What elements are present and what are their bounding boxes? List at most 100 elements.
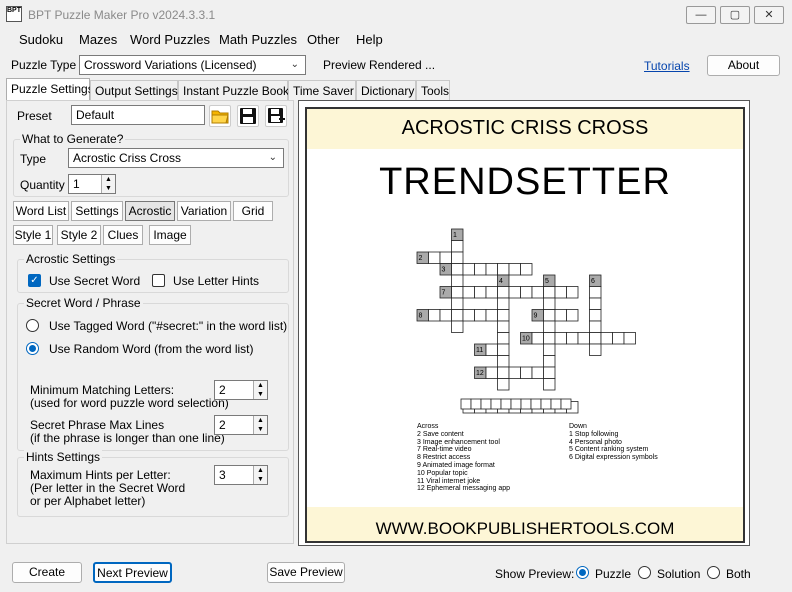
what-to-generate-title: What to Generate?: [20, 132, 126, 146]
clue-number: 10: [522, 336, 530, 343]
minimize-button[interactable]: —: [686, 6, 716, 24]
subtab-settings[interactable]: Settings: [71, 201, 123, 221]
preset-input[interactable]: Default: [71, 105, 205, 125]
max-hints-stepper[interactable]: 3 ▲ ▼: [214, 465, 268, 485]
save-preview-button[interactable]: Save Preview: [267, 562, 345, 583]
across-title: Across: [417, 423, 439, 430]
min-match-stepper[interactable]: 2 ▲ ▼: [214, 380, 268, 400]
tab-time-saver[interactable]: Time Saver: [288, 80, 356, 100]
spin-arrows-icon[interactable]: ▲ ▼: [101, 175, 115, 193]
use-letter-hints-checkbox[interactable]: [152, 274, 165, 287]
preview-pane: ACROSTIC CRISS CROSS TRENDSETTER 1234756…: [298, 100, 750, 546]
menu-other[interactable]: Other: [307, 32, 340, 47]
title-bar: BPT BPT Puzzle Maker Pro v2024.3.3.1 — ▢…: [0, 0, 792, 30]
grid-cell: [474, 263, 487, 276]
show-both-radio[interactable]: [707, 566, 720, 579]
down-clue: 4 Personal photo: [569, 438, 622, 446]
use-tagged-radio[interactable]: [26, 319, 39, 332]
open-folder-icon[interactable]: [209, 105, 231, 127]
subtab-word-list[interactable]: Word List: [13, 201, 69, 221]
puzzle-type-select[interactable]: Crossword Variations (Licensed) ⌄: [79, 55, 306, 75]
clue-number: 11: [476, 347, 483, 354]
min-match-label: Minimum Matching Letters:: [30, 383, 175, 397]
grid-cell: [543, 378, 556, 391]
grid-cell: [589, 309, 602, 322]
across-clue: 12 Ephemeral messaging app: [417, 485, 511, 493]
max-lines-label: Secret Phrase Max Lines: [30, 418, 165, 432]
window-title: BPT Puzzle Maker Pro v2024.3.3.1: [28, 8, 216, 22]
grid-cell: [589, 332, 602, 345]
subtab-clues[interactable]: Clues: [103, 225, 143, 245]
subtab-variation[interactable]: Variation: [177, 201, 231, 221]
type-select[interactable]: Acrostic Criss Cross ⌄: [68, 148, 284, 168]
max-lines-note: (if the phrase is longer than one line): [30, 431, 225, 445]
show-puzzle-radio[interactable]: [576, 566, 589, 579]
grid-cell: [508, 286, 521, 299]
across-clue: 3 Image enhancement tool: [417, 438, 500, 446]
maximize-button[interactable]: ▢: [720, 6, 750, 24]
save-icon[interactable]: [237, 105, 259, 127]
grid-cell: [543, 309, 556, 322]
clue-number: 8: [419, 313, 423, 320]
grid-cell: [543, 297, 556, 310]
grid-cell: [531, 366, 544, 379]
grid-cell: [474, 309, 487, 322]
menu-math-puzzles[interactable]: Math Puzzles: [219, 32, 297, 47]
subtab-grid[interactable]: Grid: [233, 201, 273, 221]
what-to-generate-group: What to Generate? Type Acrostic Criss Cr…: [13, 132, 289, 197]
subtab-style-1[interactable]: Style 1: [13, 225, 53, 245]
down-clues: Down 1 Stop following 4 Personal photo 5…: [569, 423, 658, 462]
grid-cell: [474, 286, 487, 299]
secret-word-title: Secret Word / Phrase: [24, 296, 143, 310]
show-solution-radio[interactable]: [638, 566, 651, 579]
menu-word-puzzles[interactable]: Word Puzzles: [130, 32, 210, 47]
grid-cell: [520, 286, 533, 299]
close-button[interactable]: ✕: [754, 6, 784, 24]
secret-word-cell: [460, 398, 472, 410]
clue-number: 4: [499, 278, 503, 285]
grid-cell: [497, 263, 510, 276]
grid-cell: [589, 343, 602, 356]
grid-cell: [451, 240, 464, 253]
next-preview-button[interactable]: Next Preview: [93, 562, 172, 583]
puzzle-settings-panel: Preset Default What to Generate? Type Ac…: [6, 100, 294, 544]
tutorials-link[interactable]: Tutorials: [644, 59, 690, 73]
tab-dictionary[interactable]: Dictionary: [356, 80, 416, 100]
spin-arrows-icon[interactable]: ▲ ▼: [253, 416, 267, 434]
tab-puzzle-settings[interactable]: Puzzle Settings: [6, 78, 94, 100]
grid-cell: [462, 286, 475, 299]
about-button[interactable]: About: [707, 55, 780, 76]
grid-cell: [543, 366, 556, 379]
subtab-image[interactable]: Image: [149, 225, 191, 245]
grid-cell: [485, 286, 498, 299]
bottom-bar: Create Next Preview Save Preview Show Pr…: [0, 556, 792, 592]
spin-arrows-icon[interactable]: ▲ ▼: [253, 381, 267, 399]
down-clue: 5 Content ranking system: [569, 446, 649, 454]
grid-cell: [589, 286, 602, 299]
quantity-stepper[interactable]: 1 ▲ ▼: [68, 174, 116, 194]
secret-word-cell: [530, 398, 542, 410]
across-clue: 11 Viral internet joke: [417, 477, 481, 485]
spin-arrows-icon[interactable]: ▲ ▼: [253, 466, 267, 484]
create-button[interactable]: Create: [12, 562, 82, 583]
quantity-value: 1: [73, 177, 80, 191]
tab-tools[interactable]: Tools: [416, 80, 450, 100]
grid-cell: [543, 286, 556, 299]
use-random-radio[interactable]: [26, 342, 39, 355]
acrostic-settings-group: Acrostic Settings ✓ Use Secret Word Use …: [17, 252, 289, 293]
grid-cell: [439, 309, 452, 322]
grid-cell: [485, 309, 498, 322]
menu-mazes[interactable]: Mazes: [79, 32, 117, 47]
use-secret-word-checkbox[interactable]: ✓: [28, 274, 41, 287]
menu-sudoku[interactable]: Sudoku: [19, 32, 63, 47]
tab-instant-puzzle-books[interactable]: Instant Puzzle Books: [178, 80, 295, 100]
tab-output-settings[interactable]: Output Settings: [90, 80, 178, 100]
hints-settings-group: Hints Settings Maximum Hints per Letter:…: [17, 450, 289, 517]
subtab-acrostic[interactable]: Acrostic: [125, 201, 175, 221]
menu-help[interactable]: Help: [356, 32, 383, 47]
max-lines-stepper[interactable]: 2 ▲ ▼: [214, 415, 268, 435]
save-as-icon[interactable]: [265, 105, 287, 127]
clue-number: 7: [442, 290, 446, 297]
subtab-style-2[interactable]: Style 2: [57, 225, 101, 245]
grid-cell: [451, 320, 464, 333]
